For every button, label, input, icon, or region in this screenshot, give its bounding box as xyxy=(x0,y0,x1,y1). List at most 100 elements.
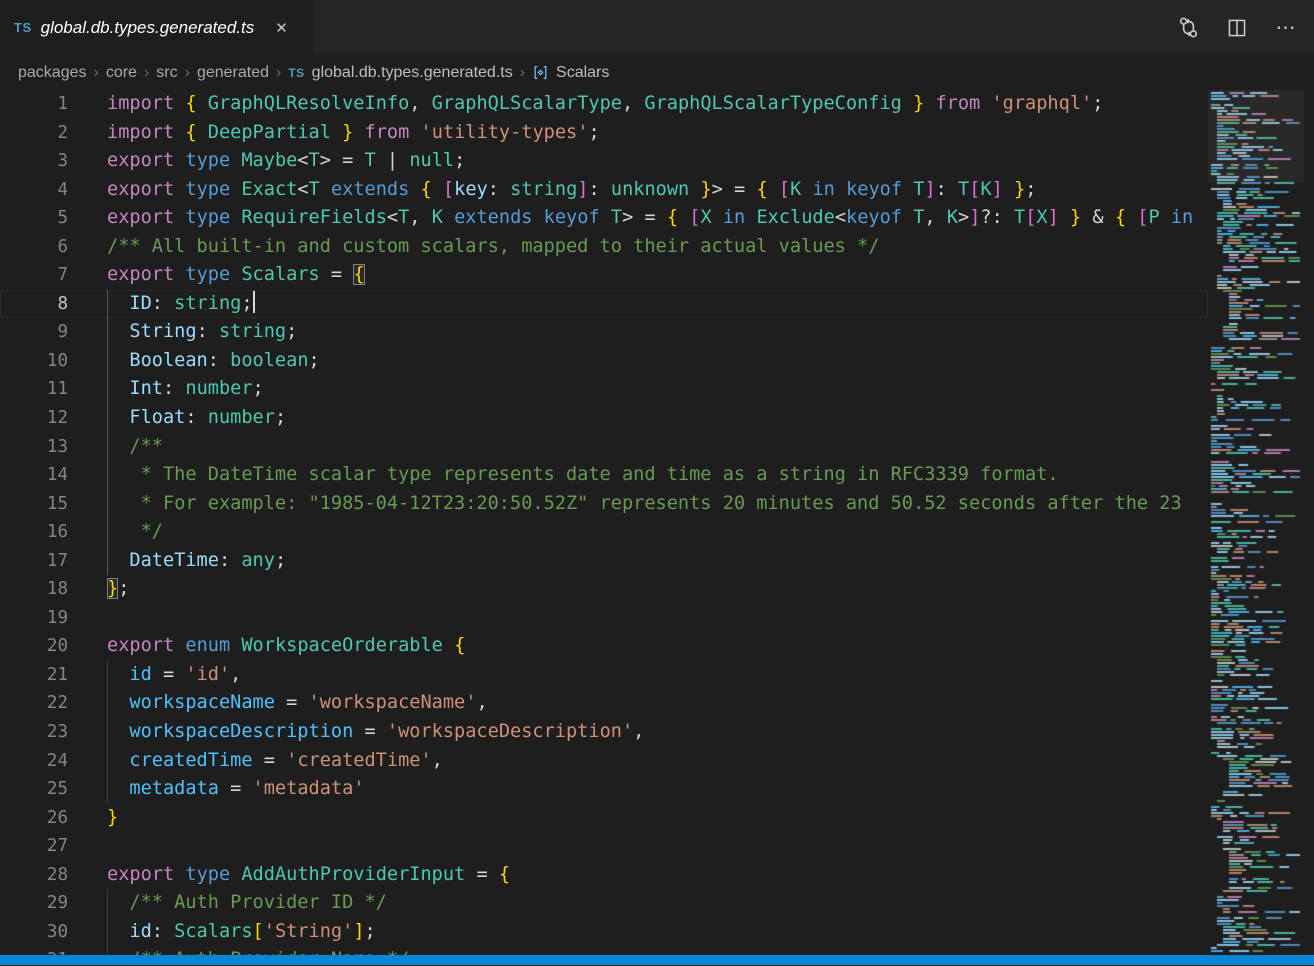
line-number[interactable]: 1 xyxy=(0,90,68,119)
open-changes-icon[interactable] xyxy=(1176,16,1200,40)
code-line-1[interactable]: 1import { GraphQLResolveInfo, GraphQLSca… xyxy=(0,90,1208,119)
breadcrumb-item-generated[interactable]: generated xyxy=(197,64,269,82)
code-content[interactable]: */ xyxy=(68,518,1208,547)
code-line-17[interactable]: 17 DateTime: any; xyxy=(0,547,1208,576)
more-actions-icon[interactable]: ⋯ xyxy=(1274,16,1298,40)
code-line-3[interactable]: 3export type Maybe<T> = T | null; xyxy=(0,147,1208,176)
code-content[interactable]: id = 'id', xyxy=(68,661,1208,690)
line-number[interactable]: 14 xyxy=(0,461,68,490)
code-line-12[interactable]: 12 Float: number; xyxy=(0,404,1208,433)
line-number[interactable]: 13 xyxy=(0,433,68,462)
line-number[interactable]: 21 xyxy=(0,661,68,690)
line-number[interactable]: 24 xyxy=(0,747,68,776)
line-number[interactable]: 28 xyxy=(0,861,68,890)
breadcrumb-item-scalars[interactable]: Scalars xyxy=(532,64,609,82)
breadcrumb-item-packages[interactable]: packages xyxy=(18,64,87,82)
code-content[interactable]: Boolean: boolean; xyxy=(68,347,1208,376)
code-line-20[interactable]: 20export enum WorkspaceOrderable { xyxy=(0,632,1208,661)
minimap[interactable] xyxy=(1208,90,1304,955)
line-number[interactable]: 12 xyxy=(0,404,68,433)
line-number[interactable]: 5 xyxy=(0,204,68,233)
code-content[interactable]: * The DateTime scalar type represents da… xyxy=(68,461,1208,490)
code-content[interactable]: }; xyxy=(68,575,1208,604)
code-line-11[interactable]: 11 Int: number; xyxy=(0,375,1208,404)
line-number[interactable]: 11 xyxy=(0,375,68,404)
code-content[interactable]: export enum WorkspaceOrderable { xyxy=(68,632,1208,661)
code-line-19[interactable]: 19 xyxy=(0,604,1208,633)
code-line-30[interactable]: 30 id: Scalars['String']; xyxy=(0,918,1208,947)
code-content[interactable]: workspaceName = 'workspaceName', xyxy=(68,689,1208,718)
code-content[interactable]: * For example: "1985-04-12T23:20:50.52Z"… xyxy=(68,490,1208,519)
line-number[interactable]: 23 xyxy=(0,718,68,747)
line-number[interactable]: 30 xyxy=(0,918,68,947)
line-number[interactable]: 8 xyxy=(0,290,68,319)
code-line-23[interactable]: 23 workspaceDescription = 'workspaceDesc… xyxy=(0,718,1208,747)
code-content[interactable]: workspaceDescription = 'workspaceDescrip… xyxy=(68,718,1208,747)
code-line-24[interactable]: 24 createdTime = 'createdTime', xyxy=(0,747,1208,776)
line-number[interactable]: 26 xyxy=(0,804,68,833)
code-content[interactable]: Float: number; xyxy=(68,404,1208,433)
line-number[interactable]: 15 xyxy=(0,490,68,519)
scrollbar-gutter[interactable] xyxy=(1304,90,1314,955)
line-number[interactable]: 2 xyxy=(0,119,68,148)
code-line-2[interactable]: 2import { DeepPartial } from 'utility-ty… xyxy=(0,119,1208,148)
code-line-29[interactable]: 29 /** Auth Provider ID */ xyxy=(0,889,1208,918)
code-content[interactable]: DateTime: any; xyxy=(68,547,1208,576)
line-number[interactable]: 4 xyxy=(0,176,68,205)
line-number[interactable]: 29 xyxy=(0,889,68,918)
close-icon[interactable]: ✕ xyxy=(275,19,288,37)
code-line-5[interactable]: 5export type RequireFields<T, K extends … xyxy=(0,204,1208,233)
code-content[interactable]: id: Scalars['String']; xyxy=(68,918,1208,947)
code-content[interactable]: } xyxy=(68,804,1208,833)
code-content[interactable]: import { GraphQLResolveInfo, GraphQLScal… xyxy=(68,90,1208,119)
code-line-7[interactable]: 7export type Scalars = { xyxy=(0,261,1208,290)
code-line-14[interactable]: 14 * The DateTime scalar type represents… xyxy=(0,461,1208,490)
code-content[interactable]: createdTime = 'createdTime', xyxy=(68,747,1208,776)
minimap-canvas[interactable] xyxy=(1208,90,1304,955)
code-line-4[interactable]: 4export type Exact<T extends { [key: str… xyxy=(0,176,1208,205)
code-line-31[interactable]: 31 /** Auth Provider Name */ xyxy=(0,946,1208,955)
line-number[interactable]: 6 xyxy=(0,233,68,262)
line-number[interactable]: 16 xyxy=(0,518,68,547)
line-number[interactable]: 27 xyxy=(0,832,68,861)
code-line-28[interactable]: 28export type AddAuthProviderInput = { xyxy=(0,861,1208,890)
line-number[interactable]: 7 xyxy=(0,261,68,290)
line-number[interactable]: 22 xyxy=(0,689,68,718)
line-number[interactable]: 3 xyxy=(0,147,68,176)
code-content[interactable]: export type Scalars = { xyxy=(68,261,1208,290)
code-content[interactable]: /** Auth Provider ID */ xyxy=(68,889,1208,918)
code-content[interactable]: export type Exact<T extends { [key: stri… xyxy=(68,176,1208,205)
line-number[interactable]: 25 xyxy=(0,775,68,804)
code-content[interactable]: export type RequireFields<T, K extends k… xyxy=(68,204,1208,233)
code-line-13[interactable]: 13 /** xyxy=(0,433,1208,462)
code-content[interactable]: ID: string; xyxy=(68,290,1208,319)
code-line-6[interactable]: 6/** All built-in and custom scalars, ma… xyxy=(0,233,1208,262)
code-line-26[interactable]: 26} xyxy=(0,804,1208,833)
breadcrumb-item-core[interactable]: core xyxy=(106,64,137,82)
split-editor-icon[interactable] xyxy=(1225,16,1249,40)
code-line-18[interactable]: 18}; xyxy=(0,575,1208,604)
line-number[interactable]: 31 xyxy=(0,946,68,955)
breadcrumb-item-global-db-types-generated-ts[interactable]: TSglobal.db.types.generated.ts xyxy=(288,64,512,82)
line-number[interactable]: 9 xyxy=(0,318,68,347)
line-number[interactable]: 20 xyxy=(0,632,68,661)
status-bar[interactable] xyxy=(0,955,1314,965)
code-line-15[interactable]: 15 * For example: "1985-04-12T23:20:50.5… xyxy=(0,490,1208,519)
breadcrumb-item-src[interactable]: src xyxy=(156,64,177,82)
code-content[interactable]: Int: number; xyxy=(68,375,1208,404)
code-line-22[interactable]: 22 workspaceName = 'workspaceName', xyxy=(0,689,1208,718)
line-number[interactable]: 10 xyxy=(0,347,68,376)
code-content[interactable]: import { DeepPartial } from 'utility-typ… xyxy=(68,119,1208,148)
line-number[interactable]: 19 xyxy=(0,604,68,633)
code-line-16[interactable]: 16 */ xyxy=(0,518,1208,547)
code-content[interactable] xyxy=(68,604,1208,633)
code-line-25[interactable]: 25 metadata = 'metadata' xyxy=(0,775,1208,804)
tab-global-db-types-generated[interactable]: TS global.db.types.generated.ts ✕ xyxy=(0,0,314,55)
code-content[interactable]: String: string; xyxy=(68,318,1208,347)
code-line-21[interactable]: 21 id = 'id', xyxy=(0,661,1208,690)
code-area[interactable]: 1import { GraphQLResolveInfo, GraphQLSca… xyxy=(0,90,1208,955)
minimap-slider[interactable] xyxy=(1208,90,1304,183)
code-line-27[interactable]: 27 xyxy=(0,832,1208,861)
code-content[interactable]: /** xyxy=(68,433,1208,462)
code-content[interactable]: export type Maybe<T> = T | null; xyxy=(68,147,1208,176)
